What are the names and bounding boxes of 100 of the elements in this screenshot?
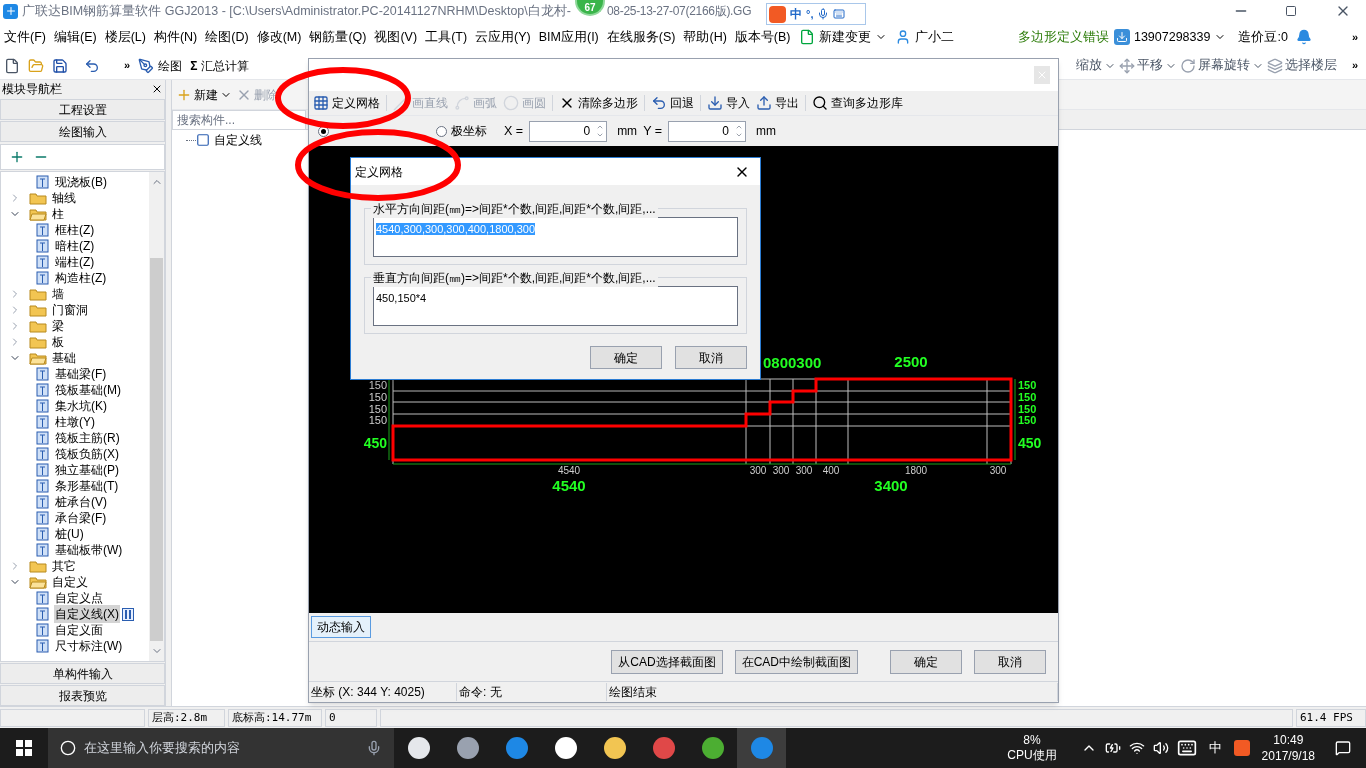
tree-item[interactable]: 条形基础(T)	[54, 477, 120, 495]
tree-item[interactable]: 集水坑(K)	[54, 397, 108, 415]
dialog-button[interactable]: 确定	[590, 346, 662, 369]
radio-button[interactable]	[436, 125, 447, 137]
battery-icon[interactable]	[1104, 740, 1121, 756]
dialog-button[interactable]: 确定	[890, 649, 962, 674]
menu-item[interactable]: 文件(F)	[0, 27, 50, 47]
menu-item[interactable]: 构件(N)	[149, 27, 202, 47]
bell-icon[interactable]	[1295, 29, 1312, 45]
toolbar-button[interactable]: 屏幕旋转	[1179, 56, 1264, 75]
new-button[interactable]: 新建	[176, 85, 232, 104]
close-icon[interactable]	[151, 83, 163, 95]
menu-item[interactable]: 绘图(D)	[201, 27, 253, 47]
tree-item[interactable]: 独立基础(P)	[54, 461, 120, 479]
new-file-icon[interactable]	[4, 57, 20, 74]
more-label[interactable]: »	[124, 57, 131, 74]
clock-time[interactable]: 10:49	[1273, 732, 1304, 748]
dialog-button[interactable]: 从CAD选择截面图	[611, 649, 723, 674]
tool-button[interactable]: 导入	[707, 94, 750, 112]
undo-icon[interactable]	[84, 57, 100, 74]
menu-item[interactable]: 在线服务(S)	[602, 27, 680, 47]
dialog-button[interactable]: 取消	[974, 649, 1046, 674]
menu-item[interactable]: BIM应用(I)	[534, 27, 603, 47]
menu-item[interactable]: 楼层(L)	[100, 27, 150, 47]
tool-button[interactable]: 查询多边形库	[812, 94, 903, 112]
tree-item[interactable]: 筏板主筋(R)	[54, 429, 121, 447]
tree-item[interactable]: 桩承台(V)	[54, 493, 108, 511]
menu-item[interactable]: 云应用(Y)	[471, 27, 535, 47]
windows-logo-icon[interactable]	[16, 740, 32, 756]
wifi-icon[interactable]	[1128, 740, 1145, 756]
tree-item[interactable]: 基础梁(F)	[54, 365, 108, 383]
menu-item[interactable]: 工具(T)	[421, 27, 472, 47]
menu-item[interactable]: 帮助(H)	[679, 27, 731, 47]
tree-folder[interactable]: 板	[51, 333, 65, 351]
columns-icon[interactable]	[122, 607, 134, 621]
tree-folder[interactable]: 其它	[51, 557, 77, 575]
section-button[interactable]: 绘图输入	[0, 121, 165, 142]
menu-item[interactable]: 修改(M)	[252, 27, 306, 47]
tree-folder[interactable]: 门窗洞	[51, 301, 89, 319]
toolbar-button[interactable]: 选择楼层	[1266, 56, 1337, 75]
ime-indicator[interactable]: 中	[1208, 738, 1222, 758]
radio-button[interactable]	[318, 125, 329, 137]
keyboard-icon[interactable]	[1176, 738, 1197, 758]
ime-mode[interactable]: 中	[790, 5, 802, 23]
tree-item[interactable]: 筏板负筋(X)	[54, 445, 120, 463]
tree-folder[interactable]: 柱	[51, 205, 65, 223]
dynamic-input-button[interactable]: 动态输入	[311, 616, 371, 638]
tree-item[interactable]: 框柱(Z)	[54, 221, 96, 239]
save-icon[interactable]	[52, 57, 68, 74]
spinner-icon[interactable]	[596, 123, 605, 139]
section-button[interactable]: 单构件输入	[0, 663, 165, 684]
tree-item[interactable]: 承台梁(F)	[54, 509, 108, 527]
coordinate-field[interactable]: 0	[668, 120, 746, 142]
tree-folder[interactable]: 基础	[51, 349, 77, 367]
tool-button[interactable]: 导出	[756, 94, 799, 112]
tree-item[interactable]: 尺寸标注(W)	[54, 637, 124, 655]
spinner-icon[interactable]	[735, 123, 743, 139]
assistant-button[interactable]: 广小二	[894, 27, 954, 47]
tree-item[interactable]: 构造柱(Z)	[54, 269, 108, 287]
tree-item[interactable]: 自定义点	[54, 589, 104, 607]
maximize-icon[interactable]	[1285, 5, 1297, 17]
radio-label[interactable]: 极坐标	[451, 122, 487, 140]
tree-item[interactable]: 柱墩(Y)	[54, 413, 96, 431]
tree-folder[interactable]: 自定义	[51, 573, 89, 591]
draw-button[interactable]: 绘图	[138, 56, 183, 75]
tree-item[interactable]: 暗柱(Z)	[54, 237, 96, 255]
mic-icon[interactable]	[817, 8, 830, 20]
notification-icon[interactable]	[1335, 740, 1351, 756]
expand-all-icon[interactable]	[9, 149, 25, 165]
account-button[interactable]: 13907298339	[1113, 27, 1227, 47]
tree-item[interactable]: 端柱(Z)	[54, 253, 96, 271]
tree-item[interactable]: 自定义线(X)	[54, 605, 120, 623]
search-field[interactable]: 搜索构件...	[172, 110, 306, 130]
section-button[interactable]: 工程设置	[0, 99, 165, 120]
tree-folder[interactable]: 墙	[51, 285, 65, 303]
mic-icon[interactable]	[366, 740, 382, 756]
component-item[interactable]: 自定义线	[214, 131, 262, 149]
menu-item[interactable]: 钢筋量(Q)	[305, 27, 371, 47]
tree-folder[interactable]: 轴线	[51, 189, 77, 207]
toolbar-button[interactable]: 平移	[1118, 56, 1177, 75]
ime-punctuation[interactable]: °,	[806, 5, 814, 23]
tree-item[interactable]: 基础板带(W)	[54, 541, 124, 559]
tool-button[interactable]: 回退	[651, 94, 694, 112]
tree-folder[interactable]: 梁	[51, 317, 65, 335]
calculate-button[interactable]: Σ 汇总计算	[190, 56, 250, 75]
new-change-button[interactable]: 新建变更	[798, 27, 887, 47]
tool-button[interactable]: 定义网格	[313, 94, 380, 112]
menu-item[interactable]: 视图(V)	[370, 27, 422, 47]
dialog-button[interactable]: 取消	[675, 346, 747, 369]
menu-item[interactable]: 版本号(B)	[730, 27, 795, 47]
taskbar-search-field[interactable]: 在这里输入你要搜索的内容	[48, 728, 394, 768]
dialog-button[interactable]: 在CAD中绘制截面图	[734, 649, 858, 674]
tool-button[interactable]: 清除多边形	[559, 94, 638, 112]
coordinate-field[interactable]: 0	[529, 120, 608, 142]
more-label[interactable]: »	[1351, 57, 1358, 74]
section-button[interactable]: 报表预览	[0, 685, 165, 706]
volume-icon[interactable]	[1152, 740, 1169, 756]
clock-date[interactable]: 2017/9/18	[1261, 748, 1315, 764]
spacing-field[interactable]: 450,150*4	[373, 286, 738, 326]
tree-item[interactable]: 筏板基础(M)	[54, 381, 122, 399]
